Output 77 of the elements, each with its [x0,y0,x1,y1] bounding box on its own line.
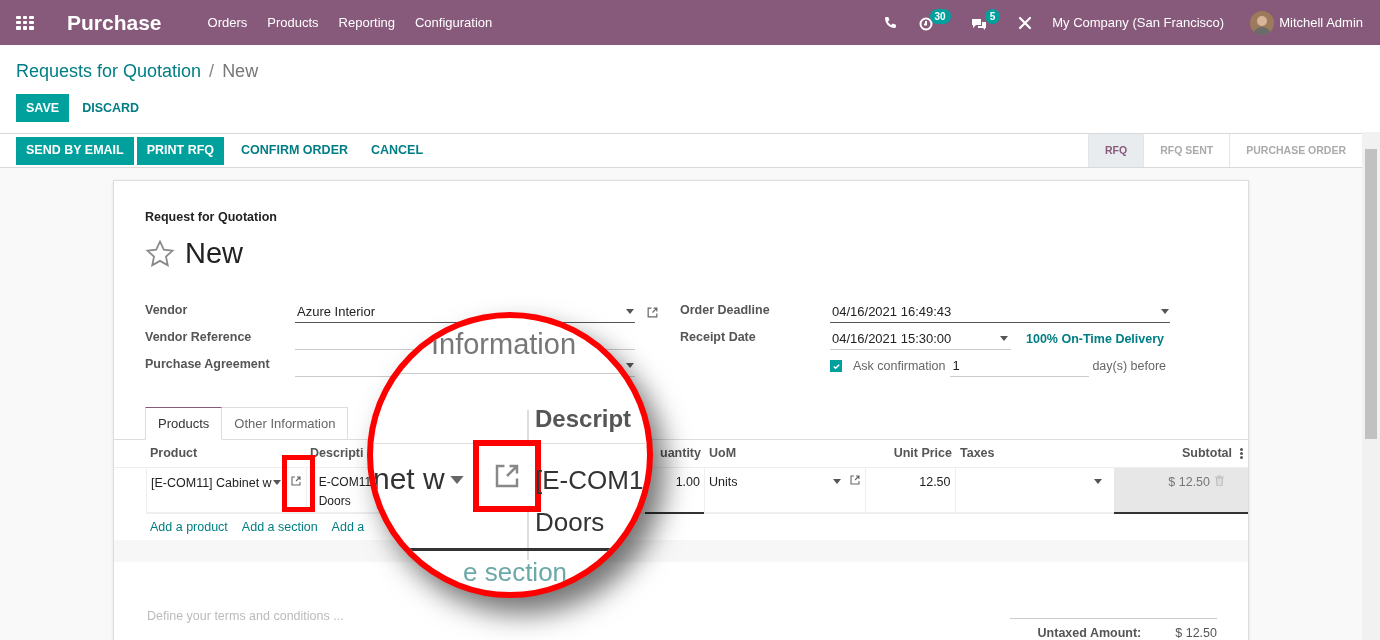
total-value: $ 12.50 [1175,625,1217,640]
total-label: Untaxed Amount: [1037,625,1142,640]
on-time-delivery-link[interactable]: 100% On-Time Delivery [1026,329,1165,349]
product-field[interactable]: [E-COM11] Cabinet w [151,474,272,493]
date-field[interactable]: 04/16/2021 15:30:00 [830,328,1011,351]
form-subtitle: Request for Quotation [145,209,278,226]
zoomed-description-line: Doors [535,506,605,538]
caret-icon[interactable] [626,309,634,315]
chat-icon[interactable] [970,16,987,31]
table-cell-text: $ 12.50 [1168,474,1210,492]
zoomed-link-text: e section [463,556,568,589]
column-options-icon[interactable] [1240,448,1243,460]
menu-item[interactable]: Reporting [338,12,395,33]
zoomed-column-header: Descript [535,404,632,434]
column-header[interactable]: Unit Price [889,444,956,464]
menu-item[interactable]: Orders [207,12,248,33]
tools-icon[interactable] [1018,15,1033,30]
caret-icon[interactable] [1161,309,1169,315]
column-header[interactable]: UoM [705,444,741,464]
caret-icon[interactable] [626,363,634,369]
star-icon[interactable] [145,238,175,269]
tab[interactable]: Products [145,407,223,441]
input-field[interactable]: 1 [950,355,1090,378]
apps-menu-icon[interactable] [16,15,34,30]
status-step[interactable]: RFQ [1087,134,1144,167]
zoomed-product-text: net w [373,461,445,497]
column-header[interactable]: Product [146,444,202,464]
primary-button[interactable]: PRINT RFQ [136,136,225,165]
caret-icon[interactable] [832,479,841,485]
tab[interactable]: Other Information [221,407,349,441]
table-cell: 12.50 [864,468,955,515]
message-count-badge: 5 [984,8,1001,24]
field-label: Purchase Agreement [145,356,271,374]
phone-icon[interactable] [883,16,897,29]
caret-icon[interactable] [1094,479,1103,485]
column-header[interactable]: Descripti [306,444,368,464]
caret-icon[interactable] [1000,336,1008,342]
primary-button[interactable]: SEND BY EMAIL [16,136,134,165]
checkbox[interactable] [830,360,842,373]
app-title[interactable]: Purchase [67,6,162,39]
column-header[interactable]: Taxes [956,444,999,464]
external-link-icon[interactable] [646,305,659,319]
date-field[interactable]: 04/16/2021 16:49:43 [830,301,1170,324]
breadcrumb-separator: / [209,60,215,83]
external-link-icon[interactable] [848,474,861,487]
column-header[interactable]: Subtotal [1178,444,1236,464]
primary-button[interactable]: SAVE [16,94,70,122]
caret-icon[interactable] [272,480,281,486]
user-menu[interactable]: Mitchell Admin [1279,12,1363,33]
zoomed-caret-icon [448,476,466,484]
user-avatar[interactable] [1250,10,1275,35]
field-label: Receipt Date [680,329,757,347]
zoomed-tab-label: Information [431,327,577,362]
company-switcher[interactable]: My Company (San Francisco) [1052,12,1225,33]
clock-icon[interactable] [918,16,933,31]
uom-field[interactable]: Units [708,473,738,492]
breadcrumb-link[interactable]: Requests for Quotation [16,58,202,85]
add-line-link[interactable]: Add a section [241,517,318,537]
description-line[interactable]: Doors [318,492,351,512]
link-button[interactable]: DISCARD [72,94,150,122]
external-link-icon[interactable] [289,475,302,488]
field-label: Vendor [145,302,189,320]
unit-label: day(s) before [1092,357,1167,375]
record-title: New [185,235,243,271]
activity-count-badge: 30 [929,8,951,24]
menu-item[interactable]: Products [267,12,319,33]
link-button[interactable]: CANCEL [361,136,434,165]
field-label: Vendor Reference [145,329,253,347]
menu-item[interactable]: Configuration [415,12,493,33]
field-label: Order Deadline [680,302,771,320]
link-button[interactable]: CONFIRM ORDER [231,136,358,165]
add-line-link[interactable]: Add a product [150,517,228,537]
breadcrumb-current: New [222,60,259,83]
checkbox-label: Ask confirmation [853,357,946,375]
column-header[interactable]: uantity [656,444,705,464]
add-line-link[interactable]: Add a [331,517,365,537]
scrollbar[interactable] [1362,132,1380,640]
